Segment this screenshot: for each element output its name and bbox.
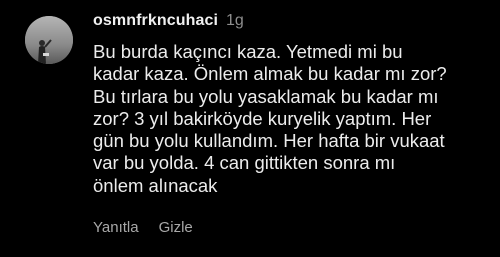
comment-text-line: gün bu yolu kullandım. Her hafta bir vuk…: [93, 130, 445, 152]
comment-content: osmnfrkncuhaci 1g Bu burda kaçıncı kaza. …: [93, 10, 495, 197]
comment-text-line: zor? 3 yıl bakirköyde kuryelik yaptım. H…: [93, 107, 432, 129]
reply-button[interactable]: Yanıtla: [93, 219, 139, 236]
comment-text-line: var bu yolda. 4 can gittikten sonra mı: [93, 152, 396, 174]
comment-item: osmnfrkncuhaci 1g Bu burda kaçıncı kaza. …: [0, 0, 500, 257]
comment-text-line: Bu burda kaçıncı kaza. Yetmedi mi bu: [93, 41, 403, 62]
comment-text: Bu burda kaçıncı kaza. Yetmedi mi bu kada…: [93, 41, 495, 197]
comment-text-line: Bu tırlara bu yolu yasaklamak bu kadar m…: [93, 85, 439, 107]
comment-text-line: kadar kaza. Önlem almak bu kadar mı zor?: [93, 63, 447, 85]
username-link[interactable]: osmnfrkncuhaci: [93, 12, 218, 29]
profile-photo-icon: [25, 16, 73, 64]
comment-text-line: önlem alınacak: [93, 174, 218, 196]
comment-timestamp[interactable]: 1g: [226, 12, 244, 29]
comment-actions: Yanıtla Gizle: [93, 218, 193, 238]
hide-button[interactable]: Gizle: [159, 219, 193, 236]
avatar[interactable]: [25, 16, 73, 64]
comment-header: osmnfrkncuhaci 1g: [93, 10, 495, 32]
